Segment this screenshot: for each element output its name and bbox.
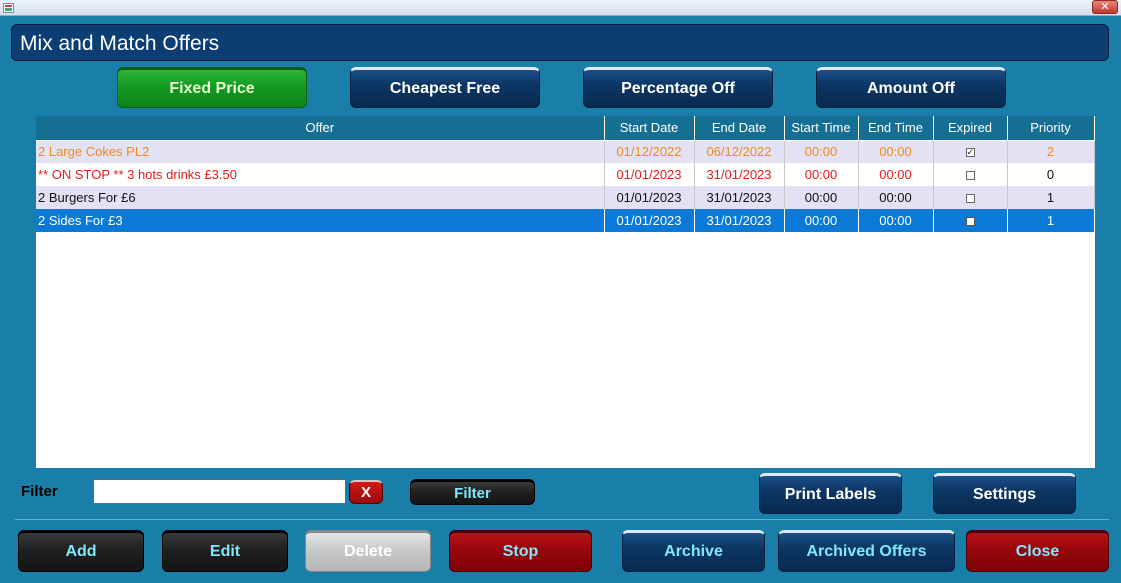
start-time-cell: 00:00	[784, 140, 859, 163]
divider	[15, 519, 1109, 520]
table-row[interactable]: ** ON STOP ** 3 hots drinks £3.50 01/01/…	[36, 163, 1095, 186]
tab-cheapest-free[interactable]: Cheapest Free	[350, 67, 540, 108]
tab-fixed-price[interactable]: Fixed Price	[117, 67, 307, 108]
expired-checkbox[interactable]	[965, 194, 975, 204]
column-header-expired[interactable]: Expired	[933, 116, 1008, 141]
expired-cell	[933, 186, 1008, 209]
priority-cell: 0	[1007, 163, 1095, 186]
start-date-cell: 01/12/2022	[604, 140, 695, 163]
window-titlebar: ✕	[0, 0, 1121, 16]
end-time-cell: 00:00	[858, 140, 934, 163]
table-row[interactable]: 2 Large Cokes PL2 01/12/2022 06/12/2022 …	[36, 140, 1095, 163]
stop-button[interactable]: Stop	[449, 530, 592, 572]
end-date-cell: 31/01/2023	[694, 209, 785, 232]
close-button[interactable]: Close	[966, 530, 1109, 572]
offers-table: Offer Start Date End Date Start Time End…	[36, 116, 1095, 232]
end-time-cell: 00:00	[858, 163, 934, 186]
end-date-cell: 31/01/2023	[694, 186, 785, 209]
column-header-end-date[interactable]: End Date	[694, 116, 785, 141]
start-date-cell: 01/01/2023	[604, 209, 695, 232]
tab-amount-off[interactable]: Amount Off	[816, 67, 1006, 108]
offer-cell: 2 Sides For £3	[36, 209, 605, 232]
start-time-cell: 00:00	[784, 209, 859, 232]
offer-cell: ** ON STOP ** 3 hots drinks £3.50	[36, 163, 605, 186]
page-header: Mix and Match Offers	[11, 24, 1109, 61]
end-time-cell: 00:00	[858, 209, 934, 232]
print-labels-button[interactable]: Print Labels	[759, 473, 902, 514]
offer-cell: 2 Burgers For £6	[36, 186, 605, 209]
start-time-cell: 00:00	[784, 186, 859, 209]
filter-label: Filter	[21, 483, 58, 500]
expired-cell: ✓	[933, 140, 1008, 163]
clear-filter-button[interactable]: X	[349, 480, 383, 504]
expired-cell	[933, 163, 1008, 186]
start-date-cell: 01/01/2023	[604, 186, 695, 209]
page-title: Mix and Match Offers	[20, 32, 220, 55]
table-header-row: Offer Start Date End Date Start Time End…	[36, 116, 1095, 141]
column-header-end-time[interactable]: End Time	[858, 116, 934, 141]
expired-checkbox[interactable]	[965, 171, 975, 181]
window-close-button[interactable]: ✕	[1092, 0, 1118, 14]
end-date-cell: 31/01/2023	[694, 163, 785, 186]
priority-cell: 2	[1007, 140, 1095, 163]
start-time-cell: 00:00	[784, 163, 859, 186]
start-date-cell: 01/01/2023	[604, 163, 695, 186]
offers-grid[interactable]: Offer Start Date End Date Start Time End…	[36, 116, 1095, 468]
filter-input[interactable]	[93, 479, 346, 504]
end-time-cell: 00:00	[858, 186, 934, 209]
archive-button[interactable]: Archive	[622, 530, 765, 572]
column-header-offer[interactable]: Offer	[36, 116, 605, 141]
settings-button[interactable]: Settings	[933, 473, 1076, 514]
filter-button[interactable]: Filter	[410, 479, 535, 505]
end-date-cell: 06/12/2022	[694, 140, 785, 163]
column-header-start-time[interactable]: Start Time	[784, 116, 859, 141]
table-row-selected[interactable]: 2 Sides For £3 01/01/2023 31/01/2023 00:…	[36, 209, 1095, 232]
offer-cell: 2 Large Cokes PL2	[36, 140, 605, 163]
priority-cell: 1	[1007, 186, 1095, 209]
delete-button[interactable]: Delete	[305, 530, 431, 572]
app-icon	[3, 3, 14, 13]
column-header-priority[interactable]: Priority	[1007, 116, 1095, 141]
priority-cell: 1	[1007, 209, 1095, 232]
archived-offers-button[interactable]: Archived Offers	[778, 530, 955, 572]
expired-cell	[933, 209, 1008, 232]
expired-checkbox[interactable]: ✓	[965, 148, 975, 158]
column-header-start-date[interactable]: Start Date	[604, 116, 695, 141]
table-row[interactable]: 2 Burgers For £6 01/01/2023 31/01/2023 0…	[36, 186, 1095, 209]
tab-percentage-off[interactable]: Percentage Off	[583, 67, 773, 108]
edit-button[interactable]: Edit	[162, 530, 288, 572]
add-button[interactable]: Add	[18, 530, 144, 572]
expired-checkbox[interactable]	[965, 217, 975, 227]
